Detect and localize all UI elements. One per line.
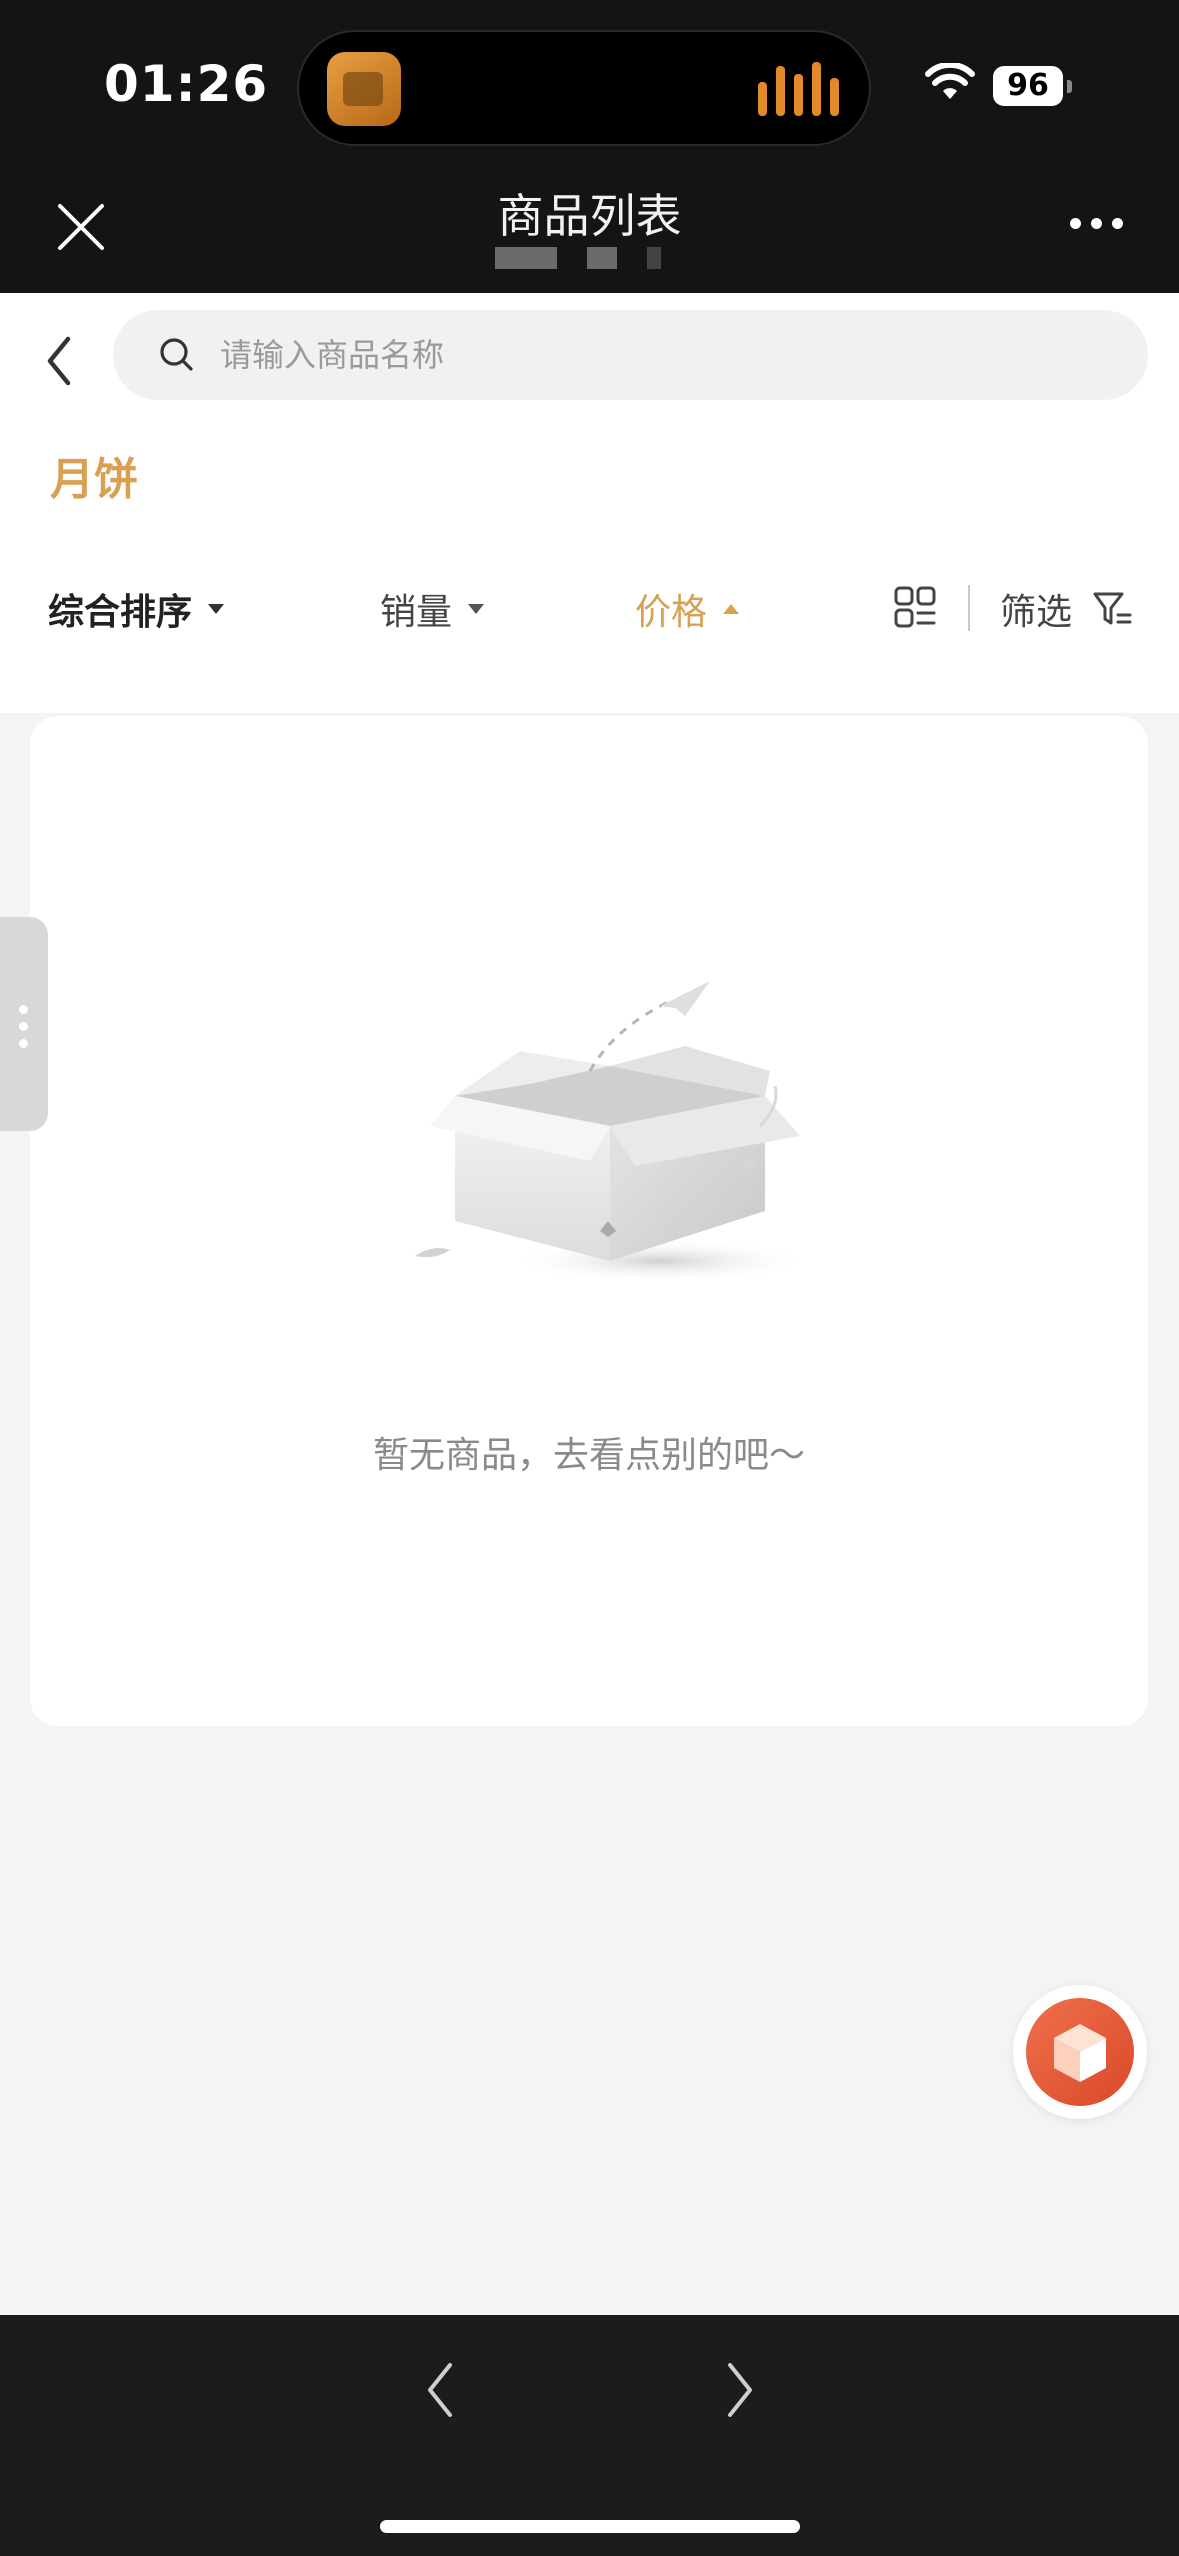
sort-price-button[interactable]: 价格: [635, 583, 740, 635]
filter-button[interactable]: 筛选: [1000, 583, 1132, 635]
battery-indicator: 96: [993, 66, 1072, 106]
search-bar[interactable]: [113, 310, 1148, 400]
sort-sales-button[interactable]: 销量: [380, 583, 485, 635]
floating-cube-button[interactable]: [1013, 1985, 1147, 2119]
filter-label: 筛选: [1000, 592, 1073, 633]
grid-view-toggle-icon[interactable]: [893, 585, 937, 629]
top-bar: 01:26 96 商品列表: [0, 0, 1179, 293]
vertical-dots-icon: [19, 1005, 28, 1048]
filter-funnel-icon: [1093, 592, 1132, 625]
empty-state-message: 暂无商品，去看点别的吧～: [372, 1435, 805, 1476]
search-icon: [160, 338, 193, 371]
page-subtitle-redacted: [495, 246, 661, 270]
page-title: 商品列表: [497, 189, 682, 243]
sort-comprehensive-button[interactable]: 综合排序: [48, 583, 225, 635]
nav-forward-icon[interactable]: [720, 2355, 760, 2425]
home-indicator[interactable]: [380, 2520, 800, 2533]
cube-icon: [1054, 2024, 1106, 2082]
search-input[interactable]: [220, 310, 1100, 400]
float-button-background: [1026, 1998, 1134, 2106]
caret-down-icon: [208, 604, 225, 614]
audio-wave-icon: [758, 62, 839, 116]
wifi-icon: [925, 63, 975, 99]
live-activity-app-icon: [327, 52, 401, 126]
nav-back-icon[interactable]: [420, 2355, 460, 2425]
category-title: 月饼: [50, 454, 138, 505]
toolbar-divider: [968, 585, 970, 631]
empty-state-card: 暂无商品，去看点别的吧～: [30, 716, 1148, 1726]
back-arrow-icon[interactable]: [38, 329, 78, 393]
dynamic-island[interactable]: [297, 30, 871, 146]
empty-box-illustration: [415, 981, 810, 1283]
page: 01:26 96 商品列表 请输入商品名称 月饼 综合排序 销量 价格 筛选 暂…: [0, 0, 1179, 2556]
caret-up-icon: [723, 604, 740, 614]
more-menu-icon[interactable]: [1070, 218, 1123, 229]
status-time: 01:26: [104, 55, 269, 113]
sort-comprehensive-label: 综合排序: [48, 592, 193, 633]
sort-price-label: 价格: [635, 592, 708, 633]
bottom-nav-bar: [0, 2315, 1179, 2556]
sort-sales-label: 销量: [380, 592, 453, 633]
side-drawer-handle[interactable]: [0, 917, 48, 1131]
caret-down-icon: [468, 604, 485, 614]
search-filter-section: 月饼 综合排序 销量 价格 筛选: [0, 293, 1179, 713]
